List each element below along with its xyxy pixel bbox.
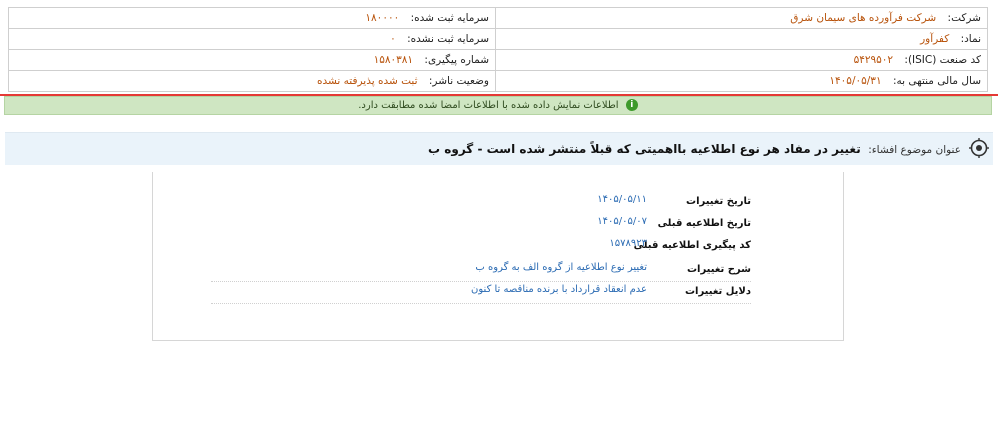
capital-registered-label: سرمایه ثبت شده:	[410, 12, 489, 24]
info-icon: i	[625, 99, 638, 111]
detail-row-change-date: تاریخ تغییرات ۱۴۰۵/۰۵/۱۱	[153, 192, 843, 214]
subject-bar: عنوان موضوع افشاء: تغییر در مفاد هر نوع …	[5, 132, 993, 165]
info-row: شرکت: شرکت فرآورده های سیمان شرق سرمایه …	[8, 7, 988, 29]
detail-row-previous-tracking: کد پیگیری اطلاعیه قبلی ۱۵۷۸۹۲۳	[153, 236, 843, 258]
isic-cell: کد صنعت (ISIC): ۵۴۲۹۵۰۲	[495, 49, 988, 71]
info-row: سال مالی منتهی به: ۱۴۰۵/۰۵/۳۱ وضعیت ناشر…	[8, 70, 988, 92]
detail-row-change-description: شرح تغییرات تغییر نوع اطلاعیه از گروه ال…	[153, 260, 843, 282]
publisher-status-value: ثبت شده پذیرفته نشده	[317, 75, 418, 87]
detail-label: دلایل تغییرات	[684, 286, 751, 297]
capital-unregistered-label: سرمایه ثبت نشده:	[407, 33, 489, 45]
details-panel: تاریخ تغییرات ۱۴۰۵/۰۵/۱۱ تاریخ اطلاعیه ق…	[152, 172, 844, 341]
subject-title: تغییر در مفاد هر نوع اطلاعیه بااهمیتی که…	[428, 142, 861, 156]
symbol-value: کفرآور	[920, 33, 950, 45]
verification-notice: i اطلاعات نمایش داده شده با اطلاعات امضا…	[4, 96, 992, 115]
publisher-status-cell: وضعیت ناشر: ثبت شده پذیرفته نشده	[8, 70, 496, 92]
detail-label: تاریخ تغییرات	[686, 196, 751, 207]
tracking-label: شماره پیگیری:	[424, 54, 489, 66]
tracking-value: ۱۵۸۰۳۸۱	[373, 54, 414, 66]
company-value: شرکت فرآورده های سیمان شرق	[790, 12, 937, 24]
tracking-cell: شماره پیگیری: ۱۵۸۰۳۸۱	[8, 49, 496, 71]
info-row: کد صنعت (ISIC): ۵۴۲۹۵۰۲ شماره پیگیری: ۱۵…	[8, 49, 988, 71]
detail-label: تاریخ اطلاعیه قبلی	[657, 218, 751, 229]
detail-row-change-reasons: دلایل تغییرات عدم انعقاد قرارداد با برند…	[153, 282, 843, 304]
fiscal-year-value: ۱۴۰۵/۰۵/۳۱	[829, 75, 882, 87]
fiscal-year-cell: سال مالی منتهی به: ۱۴۰۵/۰۵/۳۱	[495, 70, 988, 92]
detail-value: ۱۴۰۵/۰۵/۰۷	[597, 216, 647, 227]
company-cell: شرکت: شرکت فرآورده های سیمان شرق	[495, 7, 988, 29]
fiscal-year-label: سال مالی منتهی به:	[892, 75, 981, 87]
publisher-status-label: وضعیت ناشر:	[428, 75, 489, 87]
isic-value: ۵۴۲۹۵۰۲	[853, 54, 894, 66]
capital-unregistered-cell: سرمایه ثبت نشده: ۰	[8, 28, 496, 50]
symbol-cell: نماد: کفرآور	[495, 28, 988, 50]
notice-text: اطلاعات نمایش داده شده با اطلاعات امضا ش…	[358, 100, 619, 111]
info-row: نماد: کفرآور سرمایه ثبت نشده: ۰	[8, 28, 988, 50]
detail-row-previous-date: تاریخ اطلاعیه قبلی ۱۴۰۵/۰۵/۰۷	[153, 214, 843, 236]
company-label: شرکت:	[947, 12, 981, 24]
isic-label: کد صنعت (ISIC):	[904, 54, 981, 66]
detail-label: شرح تغییرات	[686, 264, 751, 275]
detail-value: تغییر نوع اطلاعیه از گروه الف به گروه ب	[475, 262, 647, 273]
capital-registered-cell: سرمایه ثبت شده: ۱۸۰۰۰۰	[8, 7, 496, 29]
detail-label: کد پیگیری اطلاعیه قبلی	[633, 240, 751, 251]
capital-unregistered-value: ۰	[390, 33, 396, 45]
symbol-label: نماد:	[960, 33, 981, 45]
company-info-table: شرکت: شرکت فرآورده های سیمان شرق سرمایه …	[8, 7, 988, 92]
target-icon	[969, 138, 989, 158]
capital-registered-value: ۱۸۰۰۰۰	[365, 12, 400, 24]
detail-value: ۱۵۷۸۹۲۳	[609, 238, 647, 249]
subject-label: عنوان موضوع افشاء:	[868, 144, 961, 156]
detail-value: ۱۴۰۵/۰۵/۱۱	[597, 194, 647, 205]
detail-value: عدم انعقاد قرارداد با برنده مناقصه تا کن…	[471, 284, 647, 295]
